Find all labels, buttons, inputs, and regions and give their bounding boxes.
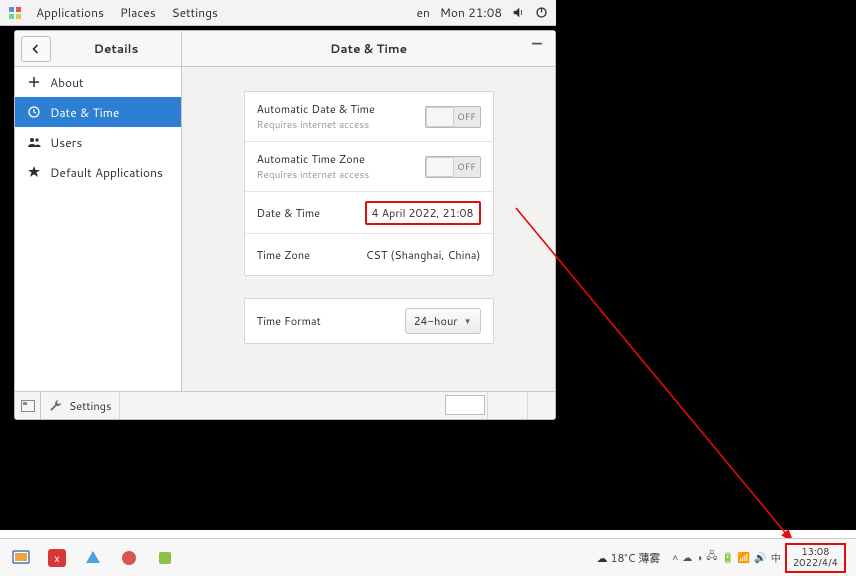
datetime-value: 4 April 2022, 21:08 — [365, 201, 481, 225]
host-weather[interactable]: ☁ 18°C 薄雾 — [596, 550, 660, 566]
titlebar: Details Date & Time – — [15, 31, 555, 67]
volume-icon[interactable]: 🔊 — [754, 551, 766, 565]
window-footer: Settings — [15, 391, 555, 419]
activities-icon[interactable] — [8, 6, 22, 20]
sidebar-item-about[interactable]: About — [15, 67, 181, 97]
minimize-button[interactable]: – — [525, 37, 549, 61]
sidebar: About Date & Time Users Default Applicat… — [15, 67, 182, 391]
tray-icon[interactable]: 🖧 — [706, 549, 717, 566]
tray-language[interactable]: en — [417, 4, 430, 21]
task-label: Settings — [69, 398, 111, 414]
row-label: Time Format — [257, 313, 405, 329]
menu-applications[interactable]: Applications — [28, 4, 112, 21]
sidebar-item-label: Users — [50, 134, 82, 151]
host-clock[interactable]: 13:08 2022/4/4 — [785, 543, 846, 573]
chevron-down-icon: ▼ — [464, 315, 472, 327]
row-sub: Requires internet access — [257, 168, 425, 182]
wifi-icon[interactable]: 📶 — [738, 551, 750, 565]
host-clock-date: 2022/4/4 — [793, 558, 838, 569]
taskbar-task-settings[interactable]: Settings — [41, 392, 120, 419]
users-icon — [27, 135, 41, 149]
row-auto-datetime[interactable]: Automatic Date & Time Requires internet … — [245, 92, 493, 141]
row-time-format: Time Format 24-hour ▼ — [245, 299, 493, 343]
right-title: Date & Time — [182, 40, 555, 57]
row-auto-timezone[interactable]: Automatic Time Zone Requires internet ac… — [245, 141, 493, 191]
volume-icon[interactable] — [512, 6, 525, 19]
back-button[interactable] — [21, 36, 51, 62]
toggle-knob — [426, 157, 454, 177]
menu-settings[interactable]: Settings — [164, 4, 226, 21]
host-app-4[interactable] — [114, 543, 144, 573]
datetime-card: Automatic Date & Time Requires internet … — [244, 91, 494, 276]
sidebar-item-label: Default Applications — [50, 164, 163, 181]
sidebar-item-users[interactable]: Users — [15, 127, 181, 157]
toggle-auto-datetime[interactable]: OFF — [425, 106, 481, 128]
footer-pad — [487, 392, 527, 419]
row-label: Automatic Time Zone — [257, 151, 425, 167]
host-app-5[interactable] — [150, 543, 180, 573]
plus-icon — [27, 75, 41, 89]
time-format-combo[interactable]: 24-hour ▼ — [405, 308, 481, 334]
content-pane: Automatic Date & Time Requires internet … — [182, 67, 555, 391]
sidebar-item-default-apps[interactable]: Default Applications — [15, 157, 181, 187]
sidebar-item-label: About — [50, 74, 84, 91]
combo-value: 24-hour — [414, 313, 458, 329]
wrench-icon — [49, 399, 63, 413]
row-datetime[interactable]: Date & Time 4 April 2022, 21:08 — [245, 191, 493, 233]
menu-places[interactable]: Places — [112, 4, 164, 21]
row-sub: Requires internet access — [257, 118, 425, 132]
settings-window: Details Date & Time – About Date & Time … — [14, 30, 556, 420]
workspace-switcher[interactable] — [15, 392, 41, 419]
host-app-3[interactable] — [78, 543, 108, 573]
top-panel: Applications Places Settings en Mon 21:0… — [0, 0, 556, 26]
format-card: Time Format 24-hour ▼ — [244, 298, 494, 344]
host-systray[interactable]: ˄ ☁ ◑ 🖧 🔋 📶 🔊 中 — [672, 549, 780, 566]
tray-icon[interactable]: ◑ — [696, 551, 702, 565]
ime-icon[interactable]: 中 — [771, 550, 781, 566]
battery-icon[interactable]: 🔋 — [721, 551, 733, 565]
power-icon[interactable] — [535, 6, 548, 19]
onedrive-icon[interactable]: ☁ — [682, 551, 692, 565]
toggle-auto-timezone[interactable]: OFF — [425, 156, 481, 178]
row-timezone[interactable]: Time Zone CST (Shanghai, China) — [245, 233, 493, 275]
host-app-vmware[interactable] — [6, 543, 36, 573]
row-label: Time Zone — [257, 247, 366, 263]
row-label: Automatic Date & Time — [257, 101, 425, 117]
tray-clock[interactable]: Mon 21:08 — [440, 4, 502, 21]
timezone-value: CST (Shanghai, China) — [366, 247, 481, 263]
sidebar-item-datetime[interactable]: Date & Time — [15, 97, 181, 127]
row-label: Date & Time — [257, 205, 365, 221]
clock-icon — [27, 105, 41, 119]
host-taskbar: x ☁ 18°C 薄雾 ˄ ☁ ◑ 🖧 🔋 📶 🔊 中 13:08 2022/4… — [0, 538, 856, 576]
star-icon — [27, 165, 41, 179]
left-title: Details — [51, 40, 181, 57]
toggle-knob — [426, 107, 454, 127]
footer-pad — [527, 392, 555, 419]
svg-text:x: x — [54, 550, 60, 566]
chevron-up-icon[interactable]: ˄ — [672, 551, 678, 565]
toggle-label: OFF — [454, 157, 480, 177]
host-app-xshell[interactable]: x — [42, 543, 72, 573]
toggle-label: OFF — [454, 107, 480, 127]
footer-pad — [445, 395, 485, 415]
sidebar-item-label: Date & Time — [50, 104, 119, 121]
